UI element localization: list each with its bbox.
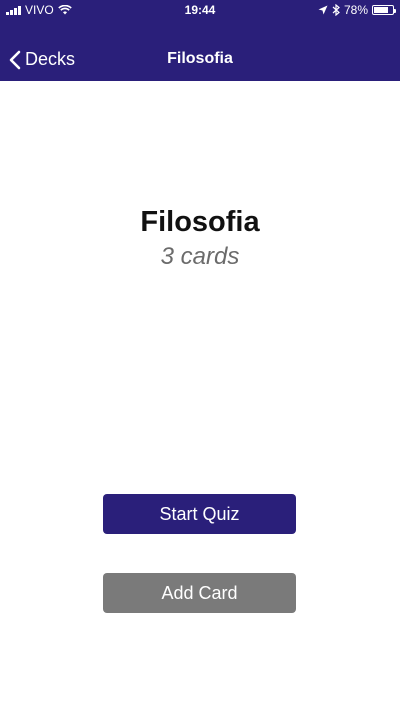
add-card-button[interactable]: Add Card (103, 573, 296, 613)
deck-card-count: 3 cards (160, 243, 240, 270)
start-quiz-button[interactable]: Start Quiz (103, 494, 296, 534)
deck-title: Filosofia (140, 206, 260, 238)
nav-title: Filosofia (167, 50, 233, 67)
battery-icon (372, 5, 396, 15)
bluetooth-icon (332, 4, 340, 16)
top-bar: VIVO 19:44 78% Decks Filosofia (0, 0, 400, 81)
status-bar: VIVO 19:44 78% (0, 0, 400, 20)
battery-percent: 78% (343, 3, 368, 17)
deck-detail-screen: VIVO 19:44 78% Decks Filosofia Filosofia… (0, 0, 400, 711)
navigation-bar: Decks Filosofia (0, 40, 400, 80)
location-icon (318, 5, 328, 15)
battery-fill (374, 7, 388, 13)
battery-tip (394, 9, 396, 13)
status-right: 78% (318, 3, 396, 17)
